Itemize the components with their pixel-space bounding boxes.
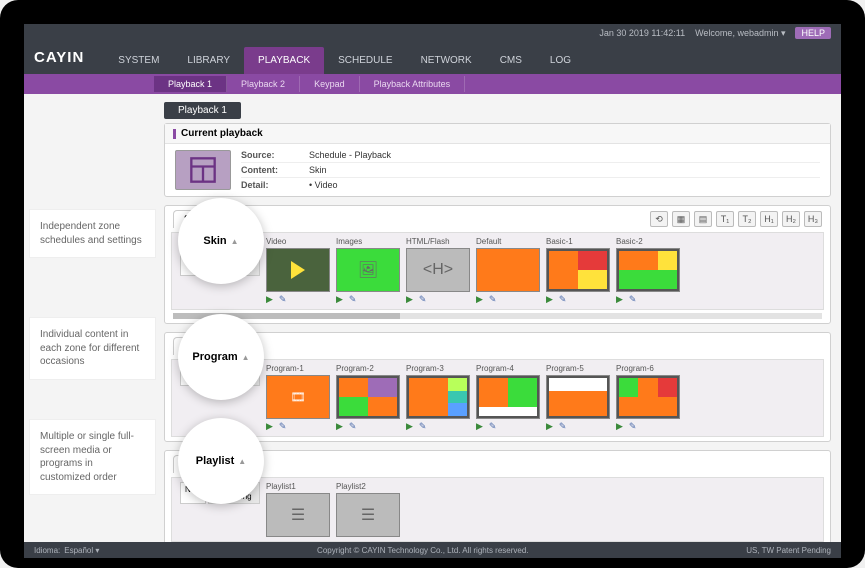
program-item-5[interactable]: Program-5 ▶✎ <box>546 364 610 432</box>
copyright-text: Copyright © CAYIN Technology Co., Ltd. A… <box>317 546 528 555</box>
subtab-keypad[interactable]: Keypad <box>300 76 360 92</box>
skin-toolbar: ⟲ ▦ ▤ T₁ T₂ H₁ H₂ H₃ <box>650 211 822 227</box>
caption-zone-content: Individual content in each zone for diff… <box>30 318 155 379</box>
program-item-6[interactable]: Program-6 ▶✎ <box>616 364 680 432</box>
nav-tabs: SYSTEM LIBRARY PLAYBACK SCHEDULE NETWORK… <box>104 47 585 74</box>
film-icon: 🎞 <box>267 376 329 418</box>
h3-icon[interactable]: H₃ <box>804 211 822 227</box>
h2-icon[interactable]: H₂ <box>782 211 800 227</box>
highlight-program: Program▲ <box>178 314 264 400</box>
play-icon <box>267 249 329 291</box>
program-items: Program-1 🎞 ▶✎ Program-2 ▶✎ Program-3 <box>266 364 815 432</box>
text-icon[interactable]: T₁ <box>716 211 734 227</box>
welcome-user[interactable]: Welcome, webadmin ▾ <box>695 28 785 39</box>
program-section: Program▲ New Central Scheduling Program-… <box>164 332 831 442</box>
patent-text: US, TW Patent Pending <box>746 546 831 555</box>
subtab-playback-attributes[interactable]: Playback Attributes <box>360 76 466 92</box>
footer: Idioma: Español ▾ Copyright © CAYIN Tech… <box>24 542 841 558</box>
current-layout-thumb <box>175 150 231 190</box>
program-item-3[interactable]: Program-3 ▶✎ <box>406 364 470 432</box>
caption-playlist-order: Multiple or single full-screen media or … <box>30 420 155 494</box>
layout-icon[interactable]: ▦ <box>672 211 690 227</box>
highlight-skin: Skin▲ <box>178 198 264 284</box>
sub-navbar: Playback 1 Playback 2 Keypad Playback At… <box>24 74 841 94</box>
topbar: Jan 30 2019 11:42:11 Welcome, webadmin ▾… <box>24 24 841 42</box>
current-details-table: Source: Schedule - Playback Content: Ski… <box>241 150 820 190</box>
skin-item-html[interactable]: HTML/Flash <H> ▶✎ <box>406 237 470 305</box>
subtab-playback2[interactable]: Playback 2 <box>227 76 300 92</box>
skin-item-basic2[interactable]: Basic-2 ▶✎ <box>616 237 680 305</box>
nav-tab-library[interactable]: LIBRARY <box>173 47 244 74</box>
program-item-1[interactable]: Program-1 🎞 ▶✎ <box>266 364 330 432</box>
source-value: Schedule - Playback <box>309 150 820 160</box>
book-icon[interactable]: ▤ <box>694 211 712 227</box>
list-icon: ☰ <box>267 494 329 536</box>
highlight-playlist: Playlist▲ <box>178 418 264 504</box>
html-icon: <H> <box>407 249 469 291</box>
image-icon: 🖼 <box>337 249 399 291</box>
skin-scrollbar[interactable] <box>173 313 822 319</box>
current-playback-header: Current playback <box>165 124 830 144</box>
content-value: Skin <box>309 165 820 175</box>
page-title: Playback 1 <box>164 102 241 119</box>
program-item-2[interactable]: Program-2 ▶✎ <box>336 364 400 432</box>
help-button[interactable]: HELP <box>795 27 831 39</box>
text-small-icon[interactable]: T₂ <box>738 211 756 227</box>
subtab-playback1[interactable]: Playback 1 <box>154 76 227 92</box>
h1-icon[interactable]: H₁ <box>760 211 778 227</box>
nav-tab-playback[interactable]: PLAYBACK <box>244 47 324 74</box>
nav-tab-log[interactable]: LOG <box>536 47 585 74</box>
current-playback-panel: Current playback Source: Schedule - Play… <box>164 123 831 197</box>
nav-tab-network[interactable]: NETWORK <box>407 47 486 74</box>
playlist-item-1[interactable]: Playlist1 ☰ <box>266 482 330 537</box>
source-label: Source: <box>241 150 301 160</box>
rotate-icon[interactable]: ⟲ <box>650 211 668 227</box>
layout-icon <box>189 156 217 184</box>
content-label: Content: <box>241 165 301 175</box>
main-navbar: CAYIN SYSTEM LIBRARY PLAYBACK SCHEDULE N… <box>24 42 841 74</box>
skin-item-video[interactable]: Video ▶✎ <box>266 237 330 305</box>
program-item-4[interactable]: Program-4 ▶✎ <box>476 364 540 432</box>
play-control-icon[interactable]: ▶ <box>266 294 273 305</box>
playlist-items: Playlist1 ☰ Playlist2 ☰ <box>266 482 815 537</box>
nav-tab-system[interactable]: SYSTEM <box>104 47 173 74</box>
skin-item-default[interactable]: Default ▶✎ <box>476 237 540 305</box>
playlist-section: Playlist▲ New Central Scheduling Playlis… <box>164 450 831 542</box>
detail-value: • Video <box>309 180 820 190</box>
skin-section: Skin▲ ⟲ ▦ ▤ T₁ T₂ H₁ H₂ H₃ Purple-Abstra… <box>164 205 831 324</box>
datetime-text: Jan 30 2019 11:42:11 <box>599 28 685 38</box>
edit-control-icon[interactable]: ✎ <box>279 294 287 305</box>
skin-item-images[interactable]: Images 🖼 ▶✎ <box>336 237 400 305</box>
skin-item-basic1[interactable]: Basic-1 ▶✎ <box>546 237 610 305</box>
language-selector[interactable]: Idioma: Español ▾ <box>34 546 99 555</box>
detail-label: Detail: <box>241 180 301 190</box>
list-icon: ☰ <box>337 494 399 536</box>
brand-logo: CAYIN <box>34 49 104 74</box>
caption-zone-schedules: Independent zone schedules and settings <box>30 210 155 257</box>
nav-tab-cms[interactable]: CMS <box>486 47 536 74</box>
skin-items: Video ▶✎ Images 🖼 ▶✎ HTML/Flash <H> <box>266 237 815 305</box>
monitor-frame: Jan 30 2019 11:42:11 Welcome, webadmin ▾… <box>0 0 865 568</box>
playlist-item-2[interactable]: Playlist2 ☰ <box>336 482 400 537</box>
nav-tab-schedule[interactable]: SCHEDULE <box>324 47 406 74</box>
